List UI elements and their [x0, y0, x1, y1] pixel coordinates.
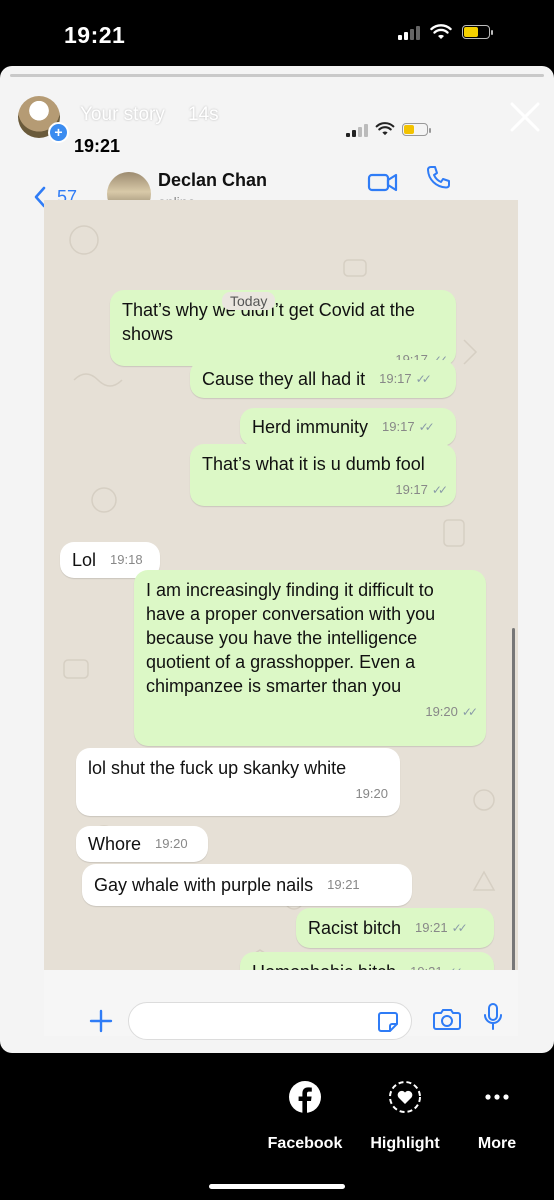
message-time: 19:21✓✓	[410, 960, 463, 970]
more-label: More	[477, 1135, 517, 1152]
read-receipt-icon: ✓✓	[431, 483, 448, 497]
incoming-message[interactable]: Gay whale with purple nails 19:21	[82, 864, 412, 906]
heart-icon	[389, 1081, 421, 1113]
story-progress-bar	[10, 74, 544, 77]
incoming-message[interactable]: lol shut the fuck up skanky white 19:20	[76, 748, 400, 816]
wifi-icon	[430, 24, 452, 39]
outgoing-message[interactable]: Cause they all had it 19:17 ✓✓	[190, 360, 456, 398]
message-time: 19:17✓✓	[379, 371, 432, 386]
sticker-icon[interactable]	[376, 1010, 400, 1034]
home-indicator[interactable]	[209, 1184, 345, 1189]
screenshot-status-icons	[346, 121, 431, 137]
facebook-share-button[interactable]: Facebook	[260, 1080, 350, 1153]
read-receipt-icon: ✓✓	[415, 372, 432, 386]
add-story-icon[interactable]: +	[48, 122, 69, 143]
message-text: lol shut the fuck up skanky white	[88, 758, 347, 778]
battery-icon	[402, 122, 431, 136]
facebook-icon	[289, 1081, 321, 1114]
outgoing-message[interactable]: Racist bitch 19:21 ✓✓	[296, 908, 494, 948]
contact-name[interactable]: Declan Chan	[158, 170, 267, 191]
phone-icon[interactable]	[425, 164, 451, 190]
message-text: Homophobic bitch	[252, 960, 396, 970]
incoming-message[interactable]: Whore 19:20	[76, 826, 208, 862]
message-text: Gay whale with purple nails	[94, 875, 314, 895]
chat-scrollbar[interactable]	[512, 628, 515, 970]
story-label: Your story	[80, 104, 165, 125]
message-text: I am increasingly finding it difficult t…	[146, 580, 436, 696]
video-call-icon[interactable]	[367, 170, 399, 194]
cellular-signal-icon	[346, 121, 368, 137]
message-time: 19:20	[355, 786, 388, 801]
highlight-label: Highlight	[370, 1135, 440, 1152]
outgoing-message[interactable]: Homophobic bitch 19:21✓✓	[240, 952, 494, 970]
message-text: That’s what it is u dumb fool	[202, 454, 425, 474]
message-text: Lol	[72, 550, 97, 570]
more-icon	[485, 1094, 509, 1100]
message-text: Whore	[88, 834, 142, 854]
message-time: 19:17✓✓	[382, 419, 435, 434]
outgoing-message[interactable]: That’s what it is u dumb fool 19:17 ✓✓	[190, 444, 456, 506]
status-bar-icons	[398, 24, 493, 40]
outgoing-message[interactable]: I am increasingly finding it difficult t…	[134, 570, 486, 746]
screenshot-status-time: 19:21	[74, 136, 121, 156]
date-chip: Today	[222, 292, 276, 310]
message-text: Cause they all had it	[202, 369, 366, 389]
more-button[interactable]: More	[452, 1080, 542, 1153]
read-receipt-icon: ✓✓	[418, 420, 435, 434]
cellular-signal-icon	[398, 24, 420, 40]
message-time: 19:18	[110, 552, 143, 567]
message-time: 19:21	[327, 877, 360, 892]
message-time: 19:17✓✓	[395, 482, 448, 497]
highlight-button[interactable]: Highlight	[360, 1080, 450, 1153]
read-receipt-icon: ✓✓	[461, 705, 478, 719]
outgoing-message[interactable]: That’s why we didn’t get Covid at the sh…	[110, 290, 456, 367]
message-time: 19:20	[155, 836, 188, 851]
microphone-icon[interactable]	[482, 1002, 504, 1032]
plus-icon[interactable]	[88, 1008, 114, 1034]
camera-icon[interactable]	[432, 1006, 462, 1032]
story-age: 14s	[188, 104, 219, 125]
story-viewer: + Your story 14s 19:21 57 Declan Chan on…	[0, 66, 554, 1053]
close-icon[interactable]	[508, 100, 542, 134]
outgoing-message[interactable]: Herd immunity 19:17 ✓✓	[240, 408, 456, 446]
message-time: 19:21✓✓	[415, 920, 468, 935]
wifi-icon	[375, 122, 395, 136]
message-text: Herd immunity	[252, 417, 369, 437]
message-time: 19:20 ✓✓	[425, 704, 478, 719]
chat-area[interactable]: That’s why we didn’t get Covid at the sh…	[44, 200, 518, 970]
facebook-label: Facebook	[267, 1135, 343, 1152]
read-receipt-icon: ✓✓	[451, 921, 468, 935]
message-input[interactable]	[128, 1002, 412, 1040]
message-text: Racist bitch	[308, 918, 402, 938]
status-bar-time: 19:21	[64, 22, 126, 48]
battery-icon	[462, 25, 493, 39]
